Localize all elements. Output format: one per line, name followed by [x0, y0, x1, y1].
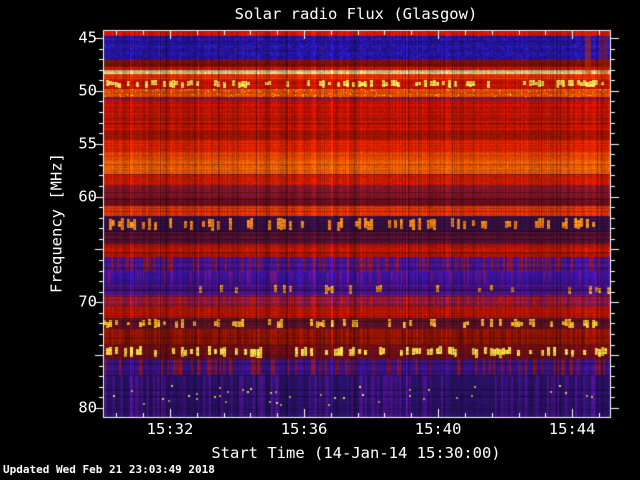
x-tick-label: 15:44	[548, 420, 596, 438]
y-tick-label: 55	[78, 133, 97, 152]
x-tick-label: 15:40	[414, 420, 462, 438]
spectrogram-window: Solar radio Flux (Glasgow) Frequency [MH…	[0, 0, 640, 480]
updated-timestamp: Updated Wed Feb 21 23:03:49 2018	[3, 463, 215, 476]
x-tick-label: 15:36	[280, 420, 328, 438]
y-tick-label: 50	[78, 81, 97, 100]
chart-title: Solar radio Flux (Glasgow)	[234, 5, 478, 23]
y-axis-title: Frequency [MHz]	[47, 153, 66, 293]
y-tick-label: 80	[78, 398, 97, 417]
y-tick-label: 70	[78, 292, 97, 311]
x-axis-title: Start Time (14-Jan-14 15:30:00)	[211, 444, 501, 462]
x-tick-label: 15:32	[146, 420, 194, 438]
y-tick-label: 45	[78, 28, 97, 47]
y-tick-label: 60	[78, 186, 97, 205]
